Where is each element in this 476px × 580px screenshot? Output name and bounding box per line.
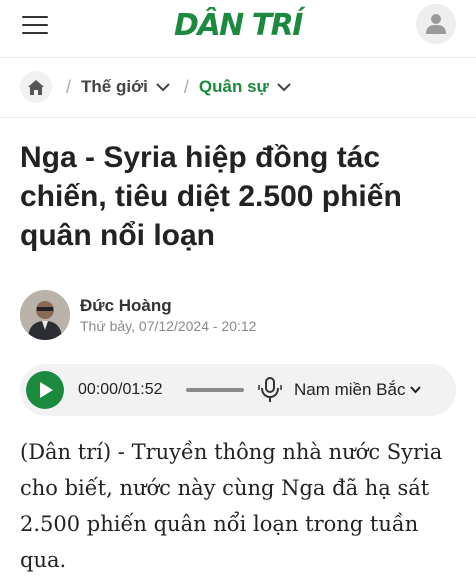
site-logo[interactable]: DÂN TRÍ: [0, 8, 476, 43]
play-icon[interactable]: [26, 371, 64, 409]
breadcrumb-label: Quân sự: [198, 77, 269, 96]
breadcrumb-item-quan-su[interactable]: Quân sự: [199, 77, 291, 97]
breadcrumb-separator: /: [183, 76, 189, 97]
divider: [0, 117, 476, 118]
audio-player: 00:00/01:52 Nam miền Bắc: [20, 364, 456, 416]
microphone-icon[interactable]: [258, 376, 282, 404]
breadcrumb-item-the-gioi[interactable]: Thế giới: [81, 77, 170, 97]
chevron-down-icon: [156, 82, 170, 91]
user-icon[interactable]: [416, 4, 456, 44]
breadcrumb-label: Thế giới: [81, 77, 148, 96]
top-header: DÂN TRÍ: [0, 0, 476, 58]
chevron-down-icon: [410, 386, 422, 394]
home-icon[interactable]: [20, 71, 52, 103]
author-avatar[interactable]: [20, 290, 70, 340]
breadcrumb-separator: /: [66, 76, 72, 97]
voice-select[interactable]: Nam miền Bắc: [294, 380, 422, 400]
article-body: (Dân trí) - Truyền thông nhà nước Syria …: [20, 440, 443, 572]
audio-time: 00:00/01:52: [78, 381, 163, 398]
voice-label: Nam miền Bắc: [294, 380, 406, 399]
author-name[interactable]: Đức Hoàng: [80, 296, 172, 316]
chevron-down-icon: [277, 82, 291, 91]
audio-progress-bar[interactable]: [186, 388, 244, 392]
breadcrumb: / Thế giới / Quân sự: [20, 70, 291, 104]
publish-timestamp: Thứ bảy, 07/12/2024 - 20:12: [80, 318, 257, 334]
article-title: Nga - Syria hiệp đồng tác chiến, tiêu di…: [20, 141, 402, 252]
